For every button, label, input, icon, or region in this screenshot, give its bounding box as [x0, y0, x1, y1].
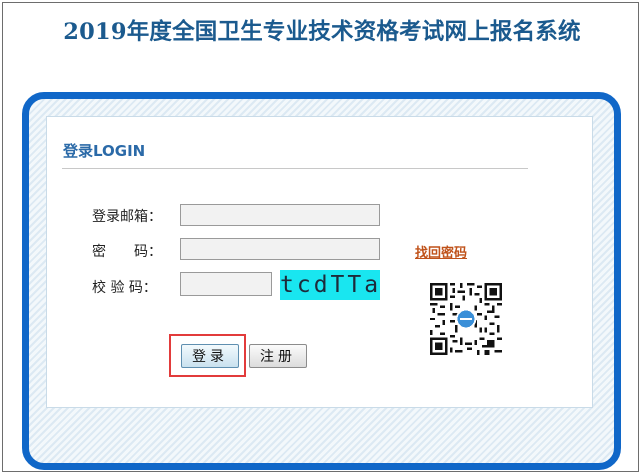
password-label: 密 码：: [92, 244, 162, 260]
email-label: 登录邮箱：: [92, 209, 162, 225]
login-heading: 登录LOGIN: [63, 142, 146, 160]
captcha-text: tcdTTa: [280, 272, 382, 298]
captcha-input[interactable]: [180, 272, 272, 296]
page-title: 2019年度全国卫生专业技术资格考试网上报名系统: [63, 19, 581, 45]
qr-code-icon: [430, 283, 502, 355]
register-button[interactable]: 注册: [249, 344, 307, 368]
forgot-password-link[interactable]: 找回密码: [415, 242, 467, 261]
captcha-label: 校 验 码：: [92, 280, 157, 296]
email-input[interactable]: [180, 204, 380, 226]
login-button-highlight: [169, 334, 246, 377]
password-input[interactable]: [180, 238, 380, 260]
captcha-image[interactable]: tcdTTa: [280, 270, 380, 300]
login-divider: [62, 168, 528, 169]
